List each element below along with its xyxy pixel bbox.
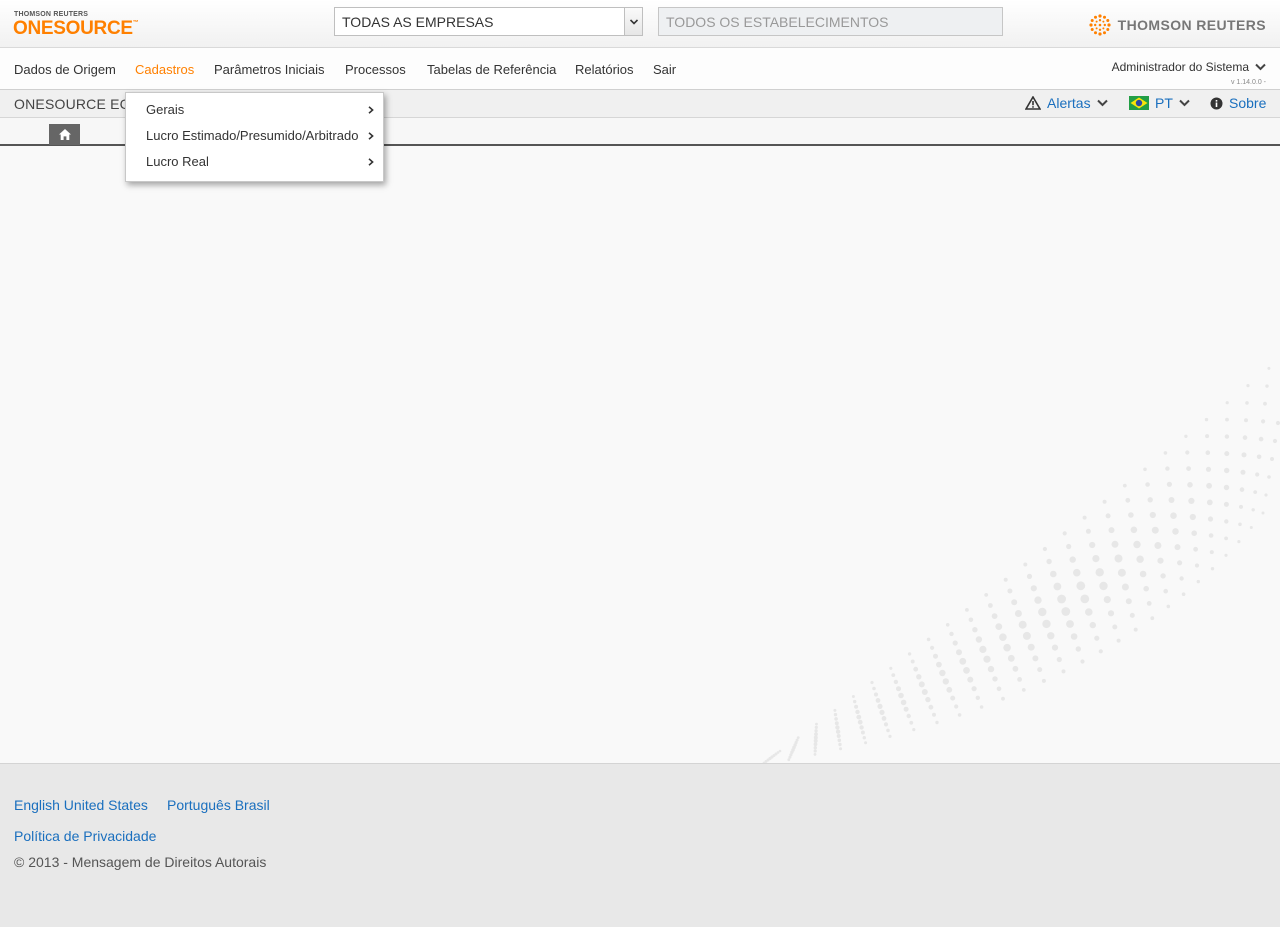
home-icon: [58, 129, 71, 140]
nav-item-sair[interactable]: Sair: [653, 62, 676, 77]
chevron-right-icon: [368, 158, 374, 166]
top-header: THOMSON REUTERS ONESOURCE™ TODAS AS EMPR…: [0, 0, 1280, 48]
thomson-reuters-logo: THOMSON REUTERS: [1088, 13, 1266, 37]
thomson-reuters-sphere-icon: [1089, 14, 1111, 36]
menu-item-label: Gerais: [146, 102, 185, 117]
brand-small-text: THOMSON REUTERS: [14, 11, 89, 18]
nav-item-cadastros[interactable]: Cadastros: [135, 62, 194, 77]
copyright-text: © 2013 - Mensagem de Direitos Autorais: [14, 854, 267, 870]
nav-item-relatorios[interactable]: Relatórios: [575, 62, 634, 77]
establishment-field[interactable]: [658, 7, 1003, 36]
chevron-down-icon[interactable]: [624, 8, 642, 35]
about-link[interactable]: Sobre: [1210, 95, 1266, 111]
brand-name: ONESOURCE: [13, 18, 133, 39]
decorative-dot-swoosh: [762, 366, 1280, 763]
cadastros-dropdown: Gerais Lucro Estimado/Presumido/Arbitrad…: [125, 92, 384, 182]
footer-link-portuguese[interactable]: Português Brasil: [167, 797, 270, 813]
alerts-menu[interactable]: Alertas: [1025, 95, 1108, 111]
chevron-right-icon: [368, 132, 374, 140]
menu-item-label: Lucro Real: [146, 154, 209, 169]
language-menu[interactable]: PT: [1129, 95, 1190, 111]
about-label: Sobre: [1229, 95, 1267, 111]
establishment-input[interactable]: [659, 8, 1002, 35]
version-label: v 1.14.0.0 -: [1230, 79, 1266, 86]
home-tab[interactable]: [49, 124, 80, 145]
menu-item-label: Lucro Estimado/Presumido/Arbitrado: [146, 128, 359, 143]
chevron-down-icon: [1255, 63, 1266, 71]
chevron-down-icon: [1096, 99, 1108, 107]
chevron-right-icon: [368, 106, 374, 114]
menu-item-lucro-estimado[interactable]: Lucro Estimado/Presumido/Arbitrado: [126, 123, 383, 149]
user-menu[interactable]: Administrador do Sistema: [1112, 60, 1266, 74]
main-nav: Dados de Origem Cadastros Parâmetros Ini…: [0, 48, 1280, 90]
trademark: ™: [132, 20, 139, 26]
footer-link-english[interactable]: English United States: [14, 797, 148, 813]
footer-link-privacy[interactable]: Política de Privacidade: [14, 828, 156, 844]
nav-item-processos[interactable]: Processos: [345, 62, 406, 77]
footer: English United States Português Brasil P…: [0, 763, 1280, 927]
nav-item-parametros-iniciais[interactable]: Parâmetros Iniciais: [214, 62, 325, 77]
nav-item-dados-de-origem[interactable]: Dados de Origem: [14, 62, 116, 77]
company-select-value: TODAS AS EMPRESAS: [342, 14, 494, 30]
product-name: ONESOURCE EC: [14, 96, 130, 112]
vendor-logo-text: THOMSON REUTERS: [1117, 17, 1266, 33]
company-select[interactable]: TODAS AS EMPRESAS: [334, 7, 643, 36]
chevron-down-icon: [1179, 99, 1190, 107]
info-icon: [1210, 97, 1223, 109]
warning-icon: [1025, 96, 1041, 110]
onesource-logo[interactable]: ONESOURCE™: [13, 18, 139, 40]
alerts-label: Alertas: [1047, 95, 1091, 111]
brazil-flag-icon: [1129, 96, 1149, 110]
main-content: [0, 146, 1280, 763]
nav-item-tabelas-de-referencia[interactable]: Tabelas de Referência: [427, 62, 556, 77]
user-name: Administrador do Sistema: [1111, 60, 1249, 74]
menu-item-lucro-real[interactable]: Lucro Real: [126, 149, 383, 175]
menu-item-gerais[interactable]: Gerais: [126, 97, 383, 123]
language-label: PT: [1155, 95, 1173, 111]
